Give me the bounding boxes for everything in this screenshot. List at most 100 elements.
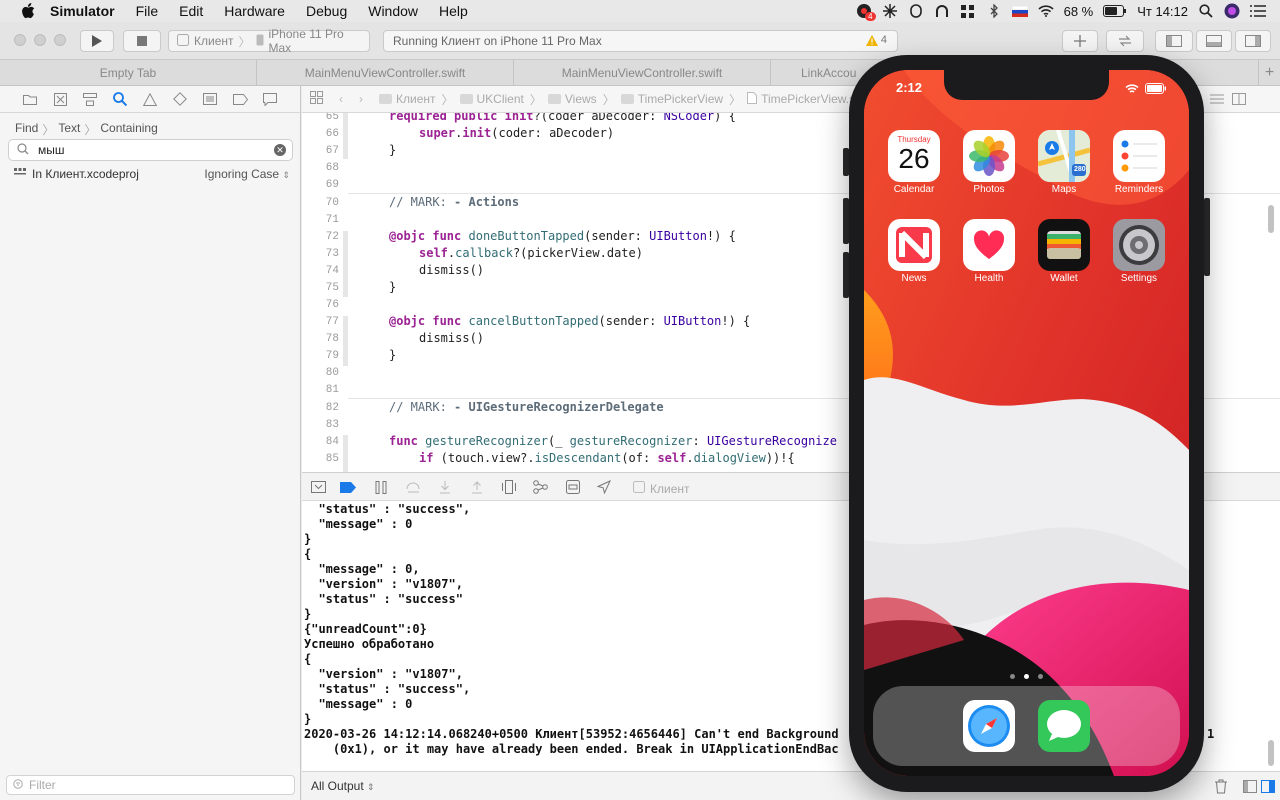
- breakpoints-toggle-icon[interactable]: [340, 480, 356, 494]
- window-zoom-button[interactable]: [54, 34, 66, 46]
- reminders-app-icon[interactable]: [1113, 130, 1165, 182]
- settings-app-icon[interactable]: [1113, 219, 1165, 271]
- jumpbar-group-views[interactable]: Views: [547, 92, 597, 106]
- show-variables-icon[interactable]: [1243, 780, 1257, 796]
- menu-hardware[interactable]: Hardware: [224, 3, 285, 19]
- hide-debug-area-icon[interactable]: [310, 480, 326, 494]
- toggle-inspector-button[interactable]: [1235, 30, 1271, 52]
- menu-app-simulator[interactable]: Simulator: [50, 3, 115, 19]
- page-dot[interactable]: [1038, 674, 1043, 679]
- new-tab-button[interactable]: +: [1258, 60, 1280, 86]
- toggle-debug-area-button[interactable]: [1196, 30, 1232, 52]
- run-button[interactable]: [80, 30, 114, 52]
- toggle-navigator-button[interactable]: [1155, 30, 1193, 52]
- jumpbar-group-timepicker[interactable]: TimePickerView: [620, 92, 723, 106]
- step-out-icon[interactable]: [469, 480, 485, 494]
- source-control-navigator-icon[interactable]: [52, 92, 68, 106]
- health-app-icon[interactable]: [963, 219, 1015, 271]
- grid-icon[interactable]: [960, 4, 976, 18]
- code-fold-ribbon[interactable]: [343, 113, 348, 159]
- siri-icon[interactable]: [1224, 3, 1240, 19]
- jumpbar-project[interactable]: Клиент: [379, 92, 436, 106]
- clock[interactable]: Чт 14:12: [1137, 4, 1188, 19]
- snowflake-icon[interactable]: [882, 4, 898, 18]
- project-navigator-icon[interactable]: [22, 92, 38, 106]
- apple-menu-icon[interactable]: [20, 3, 36, 19]
- photos-app-icon[interactable]: [963, 130, 1015, 182]
- window-minimize-button[interactable]: [34, 34, 46, 46]
- find-mode-path[interactable]: Find 〉 Text 〉 Containing: [15, 121, 158, 138]
- step-into-icon[interactable]: [437, 480, 453, 494]
- symbol-navigator-icon[interactable]: [82, 92, 98, 106]
- news-app-icon[interactable]: [888, 219, 940, 271]
- code-fold-ribbon[interactable]: [343, 316, 348, 366]
- find-mode-find[interactable]: Find: [15, 121, 38, 138]
- debug-navigator-icon[interactable]: [202, 92, 218, 106]
- process-selector[interactable]: Клиент: [633, 481, 690, 496]
- menu-file[interactable]: File: [136, 3, 159, 19]
- related-items-icon[interactable]: [310, 91, 323, 107]
- menu-window[interactable]: Window: [368, 3, 418, 19]
- search-value[interactable]: мыш: [38, 143, 65, 157]
- spotlight-search-icon[interactable]: [1198, 4, 1214, 18]
- side-power-button[interactable]: [1204, 198, 1210, 276]
- editor-options-icon[interactable]: [1210, 93, 1224, 108]
- show-console-icon[interactable]: [1261, 780, 1275, 796]
- environment-overrides-icon[interactable]: [565, 480, 581, 494]
- wifi-icon[interactable]: [1038, 4, 1054, 18]
- step-over-icon[interactable]: [405, 480, 421, 494]
- page-dot[interactable]: [1010, 674, 1015, 679]
- wallet-app-icon[interactable]: [1038, 219, 1090, 271]
- memory-graph-icon[interactable]: [533, 480, 549, 494]
- output-filter-popup[interactable]: All Output ⇕: [311, 779, 375, 793]
- jumpbar-group-ukclient[interactable]: UKClient: [459, 92, 524, 106]
- navigator-filter-field[interactable]: Filter: [6, 775, 295, 795]
- add-editor-icon[interactable]: [1232, 93, 1246, 108]
- console-scrollbar[interactable]: [1268, 740, 1274, 766]
- calendar-app-icon[interactable]: Thursday 26: [888, 130, 940, 182]
- russian-flag-icon[interactable]: [1011, 4, 1028, 18]
- find-mode-containing[interactable]: Containing: [100, 121, 157, 138]
- menu-edit[interactable]: Edit: [179, 3, 203, 19]
- code-fold-ribbon[interactable]: [343, 231, 348, 297]
- menu-debug[interactable]: Debug: [306, 3, 347, 19]
- find-navigator-icon[interactable]: [112, 92, 128, 106]
- stop-button[interactable]: [123, 30, 161, 52]
- scheme-selector[interactable]: Клиент 〉 iPhone 11 Pro Max: [168, 27, 370, 55]
- iphone-home-screen[interactable]: 2:12 Thursday 26 Calendar Photos 280 Map…: [864, 70, 1189, 776]
- tab-mainmenu-2[interactable]: MainMenuViewController.swift: [514, 60, 771, 86]
- editor-scrollbar[interactable]: [1268, 205, 1274, 233]
- pause-icon[interactable]: [373, 480, 389, 494]
- safari-app-icon[interactable]: [963, 700, 1015, 752]
- clear-console-trash-icon[interactable]: [1214, 779, 1228, 794]
- maps-app-icon[interactable]: 280: [1038, 130, 1090, 182]
- notification-app-icon[interactable]: 4: [856, 4, 876, 21]
- forward-arrow-icon[interactable]: ›: [359, 92, 363, 106]
- code-review-button[interactable]: [1106, 30, 1144, 52]
- debug-view-hierarchy-icon[interactable]: [501, 480, 517, 494]
- simulate-location-icon[interactable]: [596, 480, 612, 494]
- bluetooth-icon[interactable]: [986, 4, 1002, 18]
- tab-mainmenu-1[interactable]: MainMenuViewController.swift: [257, 60, 514, 86]
- page-dot-active[interactable]: [1024, 674, 1029, 679]
- library-plus-button[interactable]: [1062, 30, 1098, 52]
- arch-icon[interactable]: [934, 4, 950, 18]
- code-fold-ribbon[interactable]: [343, 435, 348, 472]
- breakpoint-navigator-icon[interactable]: [232, 92, 248, 106]
- warning-indicator[interactable]: 4: [865, 34, 887, 46]
- messages-app-icon[interactable]: [1038, 700, 1090, 752]
- menu-help[interactable]: Help: [439, 3, 468, 19]
- back-arrow-icon[interactable]: ‹: [339, 92, 343, 106]
- issue-navigator-icon[interactable]: [142, 92, 158, 106]
- clear-search-icon[interactable]: ✕: [274, 144, 286, 156]
- find-search-field[interactable]: мыш ✕: [8, 139, 293, 161]
- notification-center-icon[interactable]: [1250, 4, 1266, 18]
- report-navigator-icon[interactable]: [262, 92, 278, 106]
- test-navigator-icon[interactable]: [172, 92, 188, 106]
- find-mode-text[interactable]: Text: [58, 121, 80, 138]
- ignoring-case-popup[interactable]: Ignoring Case ⇕: [204, 167, 290, 181]
- battery-icon[interactable]: [1103, 4, 1127, 18]
- tab-empty[interactable]: Empty Tab: [0, 60, 257, 86]
- window-close-button[interactable]: [14, 34, 26, 46]
- usb-icon[interactable]: [908, 4, 924, 18]
